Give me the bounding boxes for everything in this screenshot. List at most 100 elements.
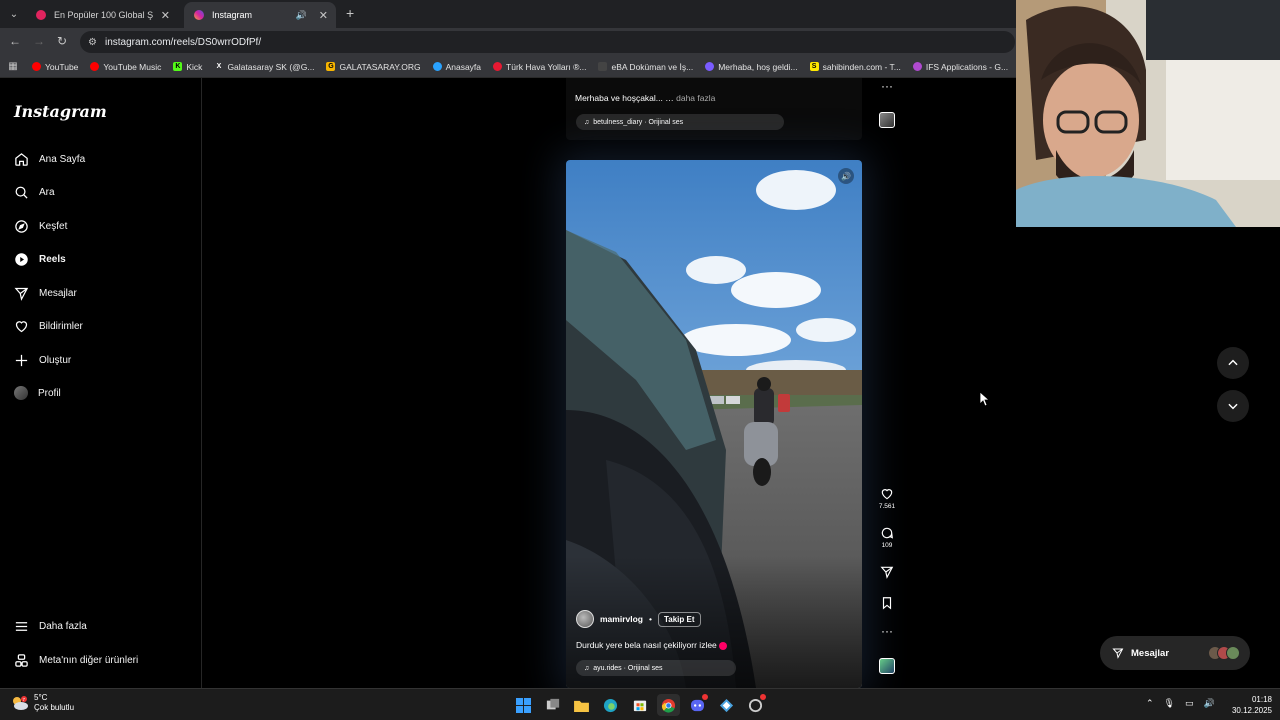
bookmark-ifs[interactable]: IFS Applications - G... [907,62,1014,72]
discord-icon[interactable] [686,694,709,716]
nav-item-meta-products[interactable]: Meta'nın diğer ürünleri [14,653,138,668]
comment-button[interactable]: 109 [872,526,902,549]
music-note-icon: ♫ [584,118,590,126]
edge-browser-icon[interactable] [599,694,622,716]
windows-start-icon[interactable] [512,694,535,716]
galatasaray-icon: G [326,62,336,71]
bookmark-label: eBA Doküman ve İş... [611,61,694,72]
like-button[interactable]: 7.561 [872,487,902,510]
reels-icon [15,253,28,266]
ifs-icon [912,62,922,71]
messages-floating-button[interactable]: Mesajlar [1100,636,1250,670]
new-tab-plus-icon[interactable]: + [346,5,354,21]
more-options-icon[interactable]: ··· [872,625,902,637]
bookmark-eba[interactable]: eBA Doküman ve İş... [592,62,699,72]
chevron-up-icon [1228,359,1238,366]
follow-button[interactable]: Takip Et [657,611,701,627]
bookmark-galatasaray-org[interactable]: G GALATASARAY.ORG [320,62,426,72]
close-tab-icon[interactable]: ✕ [319,9,328,22]
taskbar-apps [512,694,767,716]
author-avatar[interactable] [576,610,594,628]
chrome-icon[interactable] [657,694,680,716]
bookmark-youtube[interactable]: YouTube [26,62,84,72]
bookmark-label: IFS Applications - G... [925,61,1009,72]
reload-icon[interactable]: ↻ [57,34,67,48]
forward-arrow-icon[interactable]: → [33,34,45,48]
browser-tab-spotify[interactable]: En Popüler 100 Global Şarkı ✕ [26,2,178,28]
system-clock[interactable]: 01:18 30.12.2025 [1226,694,1272,716]
reel-author: mamirvlog • Takip Et [576,610,701,628]
apps-grid-icon[interactable]: ▦ [0,61,26,72]
save-button[interactable] [872,596,902,610]
audio-pill[interactable]: ♫ ayu.rides · Orijinal ses [576,660,736,676]
windows-taskbar: 7 5°C Çok bulutlu ⌃ 🎙 ▭ 🔊 01:18 30.12.20… [0,688,1280,720]
network-icon[interactable]: ▭ [1185,698,1194,709]
notification-badge [702,694,708,700]
author-username[interactable]: mamirvlog [600,614,643,624]
recording-app-icon[interactable] [744,694,767,716]
bookmark-merhaba[interactable]: Merhaba, hoş geldi... [699,62,803,72]
heart-icon [15,321,28,333]
bookmark-thy[interactable]: Türk Hava Yolları ®... [487,62,592,72]
microphone-icon[interactable]: 🎙 [1164,698,1175,709]
nav-item-messages[interactable]: Mesajlar [14,286,77,301]
url-text: instagram.com/reels/DS0wrrODfPf/ [104,36,262,48]
nav-item-notifications[interactable]: Bildirimler [14,319,83,334]
nav-item-create[interactable]: Oluştur [14,353,71,368]
comment-icon [881,527,893,539]
notification-badge [760,694,766,700]
nav-item-explore[interactable]: Keşfet [14,219,67,234]
sahibinden-icon: S [809,62,819,71]
tab-audio-icon[interactable]: 🔊 [296,10,307,21]
previous-reel[interactable]: Merhaba ve hoşçakal... … daha fazla ♫ be… [566,78,862,140]
bookmark-anasayfa[interactable]: Anasayfa [427,62,487,72]
nav-item-profile[interactable]: Profil [14,386,61,400]
audio-label: betulness_diary · Orijinal ses [593,118,684,126]
chevron-up-icon[interactable]: ⌃ [1146,698,1154,709]
nav-item-home[interactable]: Ana Sayfa [14,152,85,167]
plus-icon [15,354,28,367]
audio-pill[interactable]: ♫ betulness_diary · Orijinal ses [576,114,784,130]
more-link[interactable]: daha fazla [676,93,715,103]
close-tab-icon[interactable]: ✕ [161,9,170,22]
bookmark-youtube-music[interactable]: YouTube Music [84,62,167,72]
address-bar[interactable]: ⚙ instagram.com/reels/DS0wrrODfPf/ [80,31,1015,53]
avatar [1226,646,1240,660]
tab-search-chevron-icon[interactable]: ⌄ [4,4,24,24]
speaker-icon[interactable]: 🔊 [838,168,854,184]
bookmark-galatasaray-x[interactable]: X Galatasaray SK (@G... [208,62,320,72]
bookmark-label: Türk Hava Yolları ®... [506,61,587,72]
comment-count: 109 [881,542,893,549]
volume-icon[interactable]: 🔊 [1204,698,1215,709]
send-icon [880,566,894,579]
separator-dot: • [649,614,652,624]
nav-item-more[interactable]: Daha fazla [14,619,87,634]
weather-widget[interactable]: 7 5°C Çok bulutlu [10,693,74,713]
nav-label: Ana Sayfa [39,154,86,165]
reel-video[interactable]: 🔊 mamirvlog • Takip Et Durduk yere bela … [566,160,862,688]
file-explorer-icon[interactable] [570,694,593,716]
browser-tab-instagram[interactable]: Instagram 🔊 ✕ [184,2,336,28]
previous-reel-button[interactable] [1217,347,1249,379]
audio-thumbnail-icon[interactable] [872,658,902,674]
back-arrow-icon[interactable]: ← [9,34,21,48]
audio-thumbnail-icon[interactable] [872,112,902,128]
chevron-down-icon [1228,403,1238,410]
more-options-icon[interactable]: ··· [872,80,902,92]
audio-label: ayu.rides · Orijinal ses [593,664,663,672]
nav-label: Profil [38,387,61,399]
weather-temperature: 5°C [34,693,48,702]
site-info-icon[interactable]: ⚙ [88,37,97,48]
tab-title: Instagram [212,10,253,20]
instagram-logo[interactable]: Instagram [14,102,107,121]
app-icon[interactable] [715,694,738,716]
task-view-icon[interactable] [541,694,564,716]
bookmark-sahibinden[interactable]: Ssahibinden.com - T... [804,62,907,72]
microsoft-store-icon[interactable] [628,694,651,716]
next-reel-button[interactable] [1217,390,1249,422]
music-note-icon: ♫ [584,664,590,672]
bookmark-kick[interactable]: K Kick [167,62,208,72]
nav-item-search[interactable]: Ara [14,185,55,200]
share-button[interactable] [872,565,902,579]
nav-item-reels[interactable]: Reels [14,252,66,267]
